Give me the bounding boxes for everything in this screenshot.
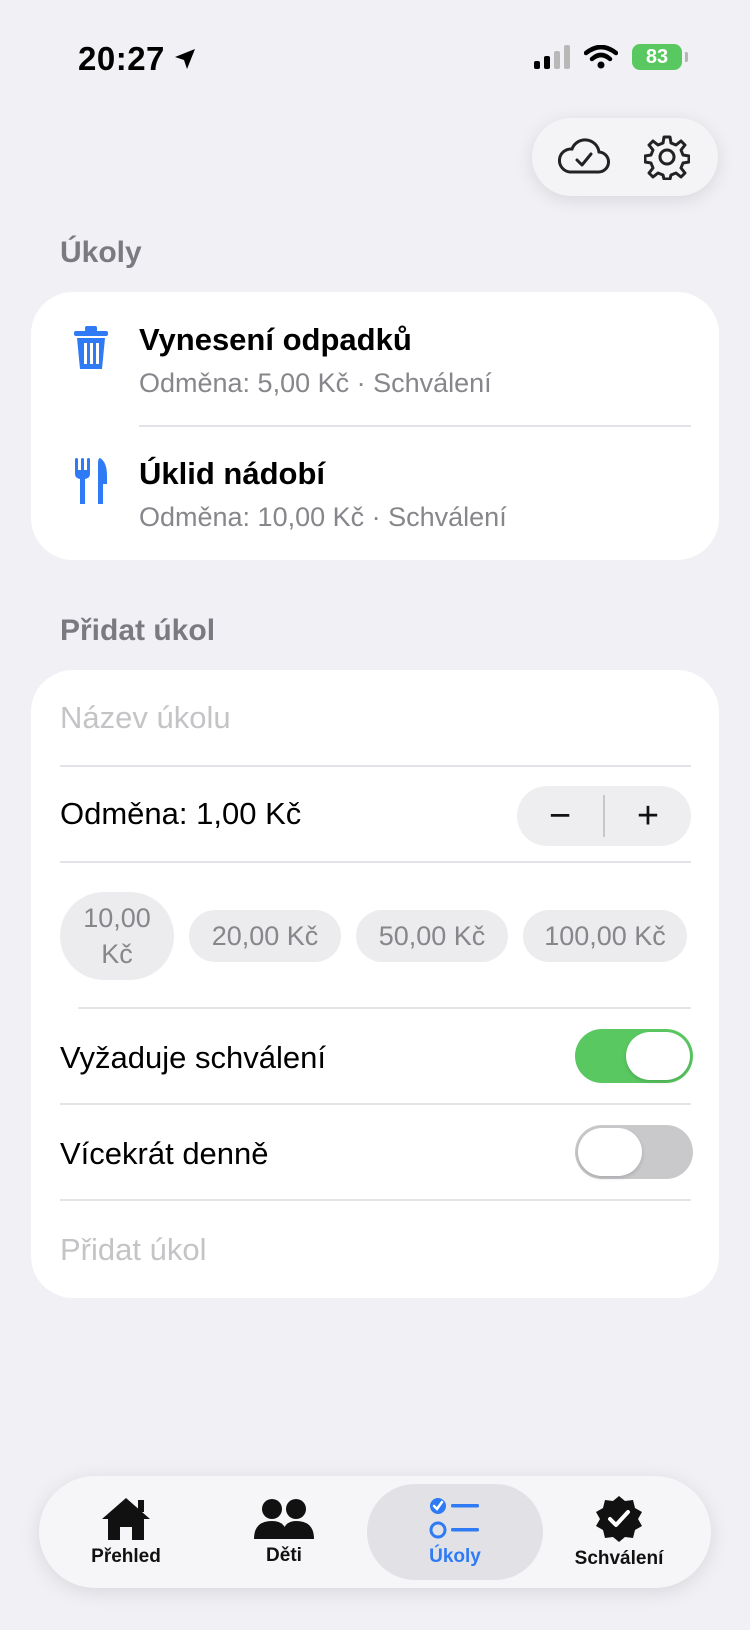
reward-chip-label: 50,00 Kč [378, 920, 486, 951]
tab-bar: Přehled Děti Úkoly Schválení [39, 1476, 711, 1588]
reward-chip[interactable]: 50,00 Kč [356, 910, 508, 962]
task-row[interactable]: Vynesení odpadků Odměna: 5,00 Kč · Schvá… [31, 292, 719, 426]
task-title: Úklid nádobí [139, 456, 325, 491]
reward-chip-label: 10,00 Kč [83, 903, 151, 969]
approval-badge-icon [596, 1496, 642, 1542]
tab-label: Přehled [91, 1546, 161, 1567]
task-name-placeholder: Název úkolu [60, 700, 231, 735]
tab-prehled[interactable]: Přehled [59, 1476, 193, 1588]
reward-chip[interactable]: 20,00 Kč [189, 910, 341, 962]
add-task-section-title: Přidat úkol [60, 614, 216, 647]
task-title: Vynesení odpadků [139, 322, 412, 357]
battery-level: 83 [645, 45, 669, 68]
reward-chip[interactable]: 10,00 Kč [60, 892, 174, 980]
cellular-signal-icon [534, 45, 570, 69]
task-subtitle: Odměna: 5,00 Kč · Schválení [139, 368, 492, 398]
reward-stepper[interactable]: − + [517, 786, 691, 846]
reward-chip[interactable]: 100,00 Kč [523, 910, 687, 962]
reward-chip-label: 20,00 Kč [211, 920, 319, 951]
tasks-card: Vynesení odpadků Odměna: 5,00 Kč · Schvá… [31, 292, 719, 560]
multiple-daily-row: Vícekrát denně [31, 1104, 719, 1200]
toggle-knob [578, 1128, 642, 1176]
tab-ukoly[interactable]: Úkoly [387, 1476, 523, 1588]
people-icon [254, 1499, 314, 1539]
battery-indicator: 83 [632, 44, 688, 70]
toggle-knob [626, 1032, 690, 1080]
cloud-sync-button[interactable] [556, 129, 612, 185]
task-name-field[interactable]: Název úkolu [31, 670, 719, 766]
checklist-icon [429, 1498, 479, 1539]
add-task-card: Název úkolu Odměna: 1,00 Kč − + 10,00 Kč… [31, 670, 719, 1298]
reward-chip-label: 100,00 Kč [544, 920, 666, 951]
status-indicators: 83 [534, 44, 688, 70]
house-icon [102, 1498, 150, 1540]
task-subtitle: Odměna: 10,00 Kč · Schválení [139, 502, 507, 532]
settings-button[interactable] [639, 129, 695, 185]
status-time-text: 20:27 [78, 40, 165, 77]
gear-icon [643, 135, 690, 180]
requires-approval-label: Vyžaduje schválení [60, 1040, 326, 1075]
reward-row: Odměna: 1,00 Kč − + [31, 766, 719, 862]
add-task-button-label: Přidat úkol [60, 1232, 207, 1267]
plus-icon: + [636, 794, 660, 837]
minus-icon: − [548, 794, 572, 837]
top-actions-pill [532, 118, 718, 196]
status-time: 20:27 [78, 40, 197, 78]
location-arrow-icon [174, 49, 195, 69]
increment-button[interactable]: + [605, 786, 691, 846]
cloud-check-icon [557, 138, 610, 174]
decrement-button[interactable]: − [517, 786, 603, 846]
tab-label: Schválení [574, 1548, 664, 1569]
reward-label: Odměna: 1,00 Kč [60, 796, 302, 831]
reward-presets: 10,00 Kč 20,00 Kč 50,00 Kč 100,00 Kč [31, 862, 719, 1004]
wifi-icon [584, 45, 618, 69]
trash-icon [65, 322, 117, 374]
fork-knife-icon [65, 456, 117, 508]
requires-approval-toggle[interactable] [575, 1029, 693, 1083]
task-row[interactable]: Úklid nádobí Odměna: 10,00 Kč · Schválen… [31, 426, 719, 560]
requires-approval-row: Vyžaduje schválení [31, 1008, 719, 1104]
tab-label: Děti [266, 1545, 302, 1566]
multiple-daily-toggle[interactable] [575, 1125, 693, 1179]
add-task-button[interactable]: Přidat úkol [31, 1200, 719, 1298]
tab-schvaleni[interactable]: Schválení [549, 1476, 689, 1588]
multiple-daily-label: Vícekrát denně [60, 1136, 269, 1171]
tab-label: Úkoly [429, 1546, 481, 1567]
tasks-section-title: Úkoly [60, 236, 142, 269]
tab-deti[interactable]: Děti [217, 1476, 351, 1588]
